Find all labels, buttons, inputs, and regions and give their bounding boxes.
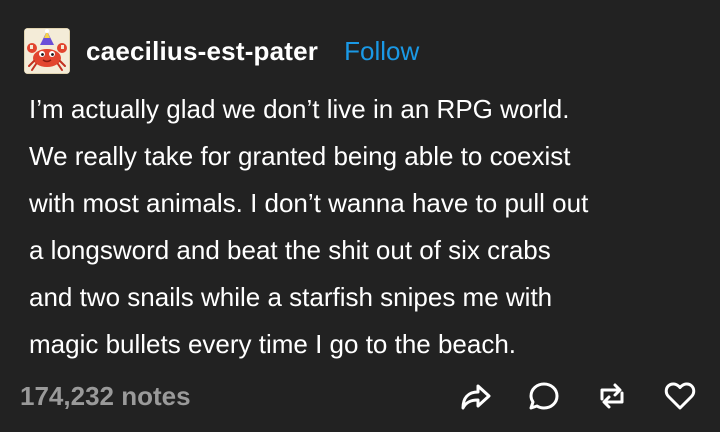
- post-text-line: I’m actually glad we don’t live in an RP…: [29, 94, 570, 124]
- follow-button[interactable]: Follow: [344, 36, 419, 67]
- post-actions: [428, 376, 700, 416]
- post-footer: 174,232 notes: [20, 372, 700, 420]
- share-icon: [461, 384, 491, 410]
- tumblr-post: caecilius-est-pater Follow I’m actually …: [0, 0, 720, 432]
- reply-button[interactable]: [524, 376, 564, 416]
- reblog-icon: [600, 383, 624, 409]
- reblog-button[interactable]: [592, 376, 632, 416]
- post-header: caecilius-est-pater Follow: [24, 26, 419, 76]
- post-text-line: a longsword and beat the shit out of six…: [29, 235, 551, 265]
- post-text-line: magic bullets every time I go to the bea…: [29, 329, 517, 359]
- reply-icon: [529, 382, 559, 410]
- share-button[interactable]: [456, 376, 496, 416]
- post-text-line: and two snails while a starfish snipes m…: [29, 282, 553, 312]
- post-body: I’m actually glad we don’t live in an RP…: [29, 86, 701, 368]
- heart-icon: [664, 382, 696, 410]
- like-button[interactable]: [660, 376, 700, 416]
- crab-avatar-icon: [24, 28, 70, 74]
- username[interactable]: caecilius-est-pater: [86, 36, 318, 67]
- notes-count[interactable]: 174,232 notes: [20, 381, 191, 412]
- post-text-line: with most animals. I don’t wanna have to…: [29, 188, 589, 218]
- post-text-line: We really take for granted being able to…: [29, 141, 571, 171]
- avatar[interactable]: [24, 28, 70, 74]
